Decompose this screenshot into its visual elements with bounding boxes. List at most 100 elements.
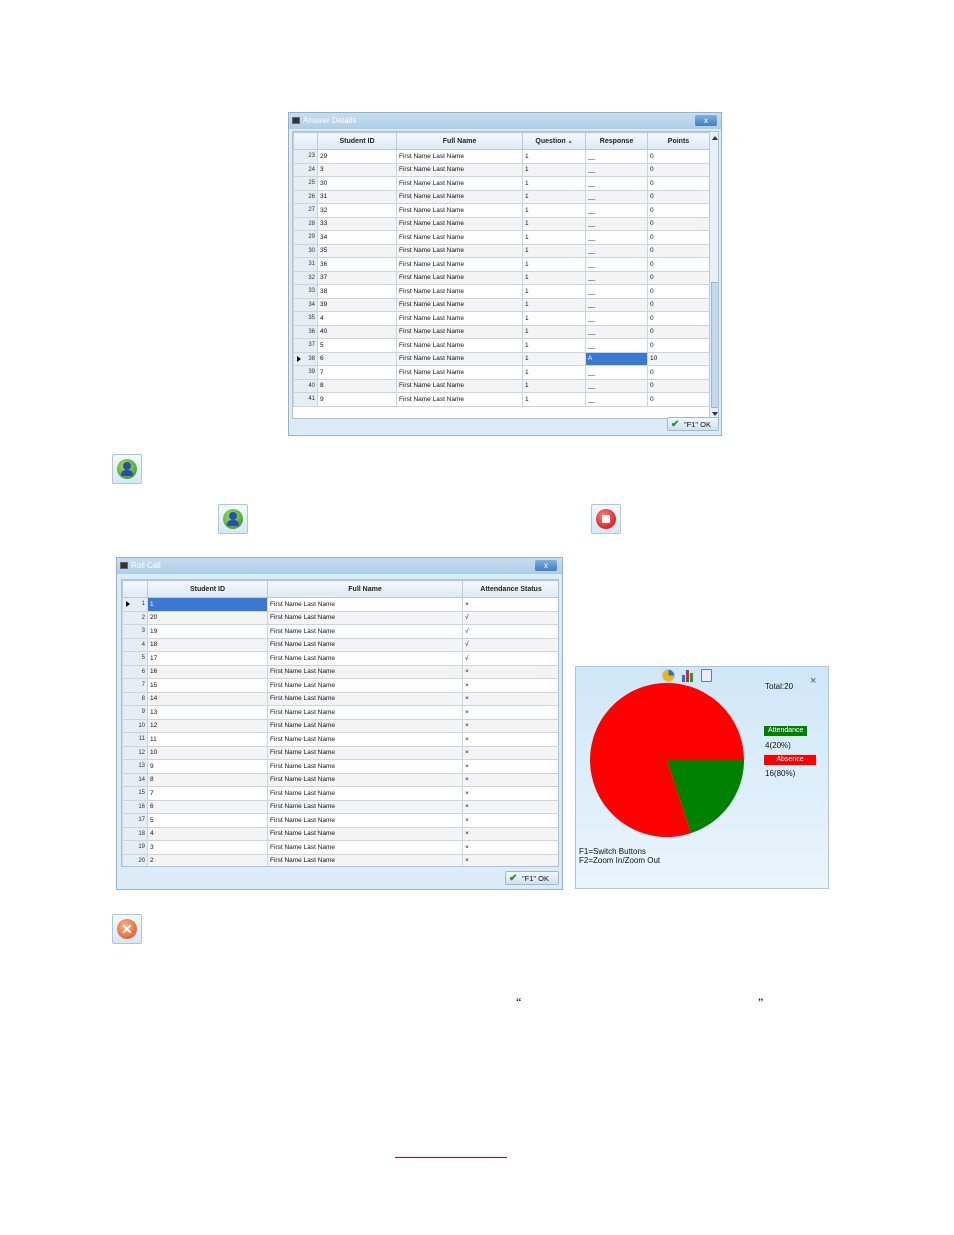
full-name-cell[interactable]: First Name Last Name: [267, 853, 463, 866]
points-cell[interactable]: 0: [647, 324, 710, 339]
table-row[interactable]: 23 29 First Name Last Name 1 __ 0: [293, 149, 710, 164]
question-cell[interactable]: 1: [522, 243, 586, 258]
student-id-cell[interactable]: 9: [317, 392, 397, 407]
attendance-status-cell[interactable]: ×: [462, 678, 558, 693]
full-name-cell[interactable]: First Name Last Name: [267, 813, 463, 828]
column-header-response[interactable]: Response: [585, 132, 648, 150]
points-cell[interactable]: 0: [647, 257, 710, 272]
table-row[interactable]: 34 39 First Name Last Name 1 __ 0: [293, 297, 710, 312]
full-name-cell[interactable]: First Name Last Name: [267, 745, 463, 760]
response-cell[interactable]: __: [585, 243, 648, 258]
student-id-cell[interactable]: 37: [317, 270, 397, 285]
student-id-cell[interactable]: 19: [147, 624, 268, 639]
student-id-cell[interactable]: 11: [147, 732, 268, 747]
full-name-cell[interactable]: First Name Last Name: [396, 162, 523, 177]
student-id-cell[interactable]: 20: [147, 610, 268, 625]
attendance-status-cell[interactable]: ×: [462, 745, 558, 760]
response-cell[interactable]: __: [585, 270, 648, 285]
points-cell[interactable]: 0: [647, 189, 710, 204]
full-name-cell[interactable]: First Name Last Name: [267, 651, 463, 666]
student-id-cell[interactable]: 1: [147, 597, 268, 612]
column-header-points[interactable]: Points: [647, 132, 710, 150]
attendance-status-cell[interactable]: ×: [462, 664, 558, 679]
full-name-cell[interactable]: First Name Last Name: [267, 678, 463, 693]
question-cell[interactable]: 1: [522, 149, 586, 164]
question-cell[interactable]: 1: [522, 216, 586, 231]
attendance-status-cell[interactable]: ×: [462, 786, 558, 801]
table-row[interactable]: 32 37 First Name Last Name 1 __ 0: [293, 270, 710, 285]
table-row[interactable]: 20 2 First Name Last Name ×: [122, 853, 558, 866]
table-row[interactable]: 8 14 First Name Last Name ×: [122, 691, 558, 706]
response-cell[interactable]: __: [585, 284, 648, 299]
attendance-status-cell[interactable]: ×: [462, 718, 558, 733]
response-cell[interactable]: __: [585, 392, 648, 407]
points-cell[interactable]: 0: [647, 392, 710, 407]
full-name-cell[interactable]: First Name Last Name: [396, 257, 523, 272]
answer-details-ok-button[interactable]: ✔ "F1" OK: [667, 417, 719, 431]
student-id-cell[interactable]: 32: [317, 203, 397, 218]
student-id-cell[interactable]: 14: [147, 691, 268, 706]
student-id-cell[interactable]: 36: [317, 257, 397, 272]
question-cell[interactable]: 1: [522, 338, 586, 353]
response-cell[interactable]: A: [585, 351, 648, 366]
table-row[interactable]: 15 7 First Name Last Name ×: [122, 786, 558, 801]
roll-call-titlebar[interactable]: Roll Call: [117, 558, 562, 574]
student-id-cell[interactable]: 7: [147, 786, 268, 801]
question-cell[interactable]: 1: [522, 189, 586, 204]
question-cell[interactable]: 1: [522, 324, 586, 339]
full-name-cell[interactable]: First Name Last Name: [267, 786, 463, 801]
question-cell[interactable]: 1: [522, 203, 586, 218]
question-cell[interactable]: 1: [522, 351, 586, 366]
full-name-cell[interactable]: First Name Last Name: [396, 284, 523, 299]
attendance-status-cell[interactable]: ×: [462, 799, 558, 814]
student-id-cell[interactable]: 33: [317, 216, 397, 231]
answer-details-titlebar[interactable]: Answer Details: [289, 113, 721, 129]
student-id-cell[interactable]: 13: [147, 705, 268, 720]
points-cell[interactable]: 10: [647, 351, 710, 366]
student-id-cell[interactable]: 4: [147, 826, 268, 841]
column-header-student-id[interactable]: Student ID: [147, 580, 268, 598]
points-cell[interactable]: 0: [647, 149, 710, 164]
response-cell[interactable]: __: [585, 257, 648, 272]
table-row[interactable]: 33 38 First Name Last Name 1 __ 0: [293, 284, 710, 299]
student-id-cell[interactable]: 7: [317, 365, 397, 380]
response-cell[interactable]: __: [585, 189, 648, 204]
scroll-up-icon[interactable]: [712, 136, 718, 140]
table-row[interactable]: 39 7 First Name Last Name 1 __ 0: [293, 365, 710, 380]
question-cell[interactable]: 1: [522, 365, 586, 380]
answer-details-close-button[interactable]: x: [695, 115, 717, 126]
response-cell[interactable]: __: [585, 311, 648, 326]
attendance-status-cell[interactable]: ×: [462, 705, 558, 720]
table-row[interactable]: 38 6 First Name Last Name 1 A 10: [293, 351, 710, 366]
question-cell[interactable]: 1: [522, 270, 586, 285]
question-cell[interactable]: 1: [522, 297, 586, 312]
student-id-cell[interactable]: 34: [317, 230, 397, 245]
full-name-cell[interactable]: First Name Last Name: [396, 392, 523, 407]
table-row[interactable]: 24 3 First Name Last Name 1 __ 0: [293, 162, 710, 177]
full-name-cell[interactable]: First Name Last Name: [267, 840, 463, 855]
student-id-cell[interactable]: 8: [317, 378, 397, 393]
table-row[interactable]: 18 4 First Name Last Name ×: [122, 826, 558, 841]
full-name-cell[interactable]: First Name Last Name: [396, 338, 523, 353]
table-row[interactable]: 17 5 First Name Last Name ×: [122, 813, 558, 828]
question-cell[interactable]: 1: [522, 176, 586, 191]
response-cell[interactable]: __: [585, 149, 648, 164]
student-id-cell[interactable]: 9: [147, 759, 268, 774]
points-cell[interactable]: 0: [647, 162, 710, 177]
student-id-cell[interactable]: 15: [147, 678, 268, 693]
response-cell[interactable]: __: [585, 365, 648, 380]
attendance-status-cell[interactable]: ×: [462, 813, 558, 828]
student-id-cell[interactable]: 31: [317, 189, 397, 204]
student-id-cell[interactable]: 38: [317, 284, 397, 299]
student-id-cell[interactable]: 6: [317, 351, 397, 366]
full-name-cell[interactable]: First Name Last Name: [396, 365, 523, 380]
response-cell[interactable]: __: [585, 338, 648, 353]
full-name-cell[interactable]: First Name Last Name: [267, 637, 463, 652]
table-row[interactable]: 10 12 First Name Last Name ×: [122, 718, 558, 733]
student-id-cell[interactable]: 5: [317, 338, 397, 353]
full-name-cell[interactable]: First Name Last Name: [396, 378, 523, 393]
attendance-status-cell[interactable]: √: [462, 651, 558, 666]
table-row[interactable]: 11 11 First Name Last Name ×: [122, 732, 558, 747]
full-name-cell[interactable]: First Name Last Name: [267, 610, 463, 625]
student-id-cell[interactable]: 16: [147, 664, 268, 679]
